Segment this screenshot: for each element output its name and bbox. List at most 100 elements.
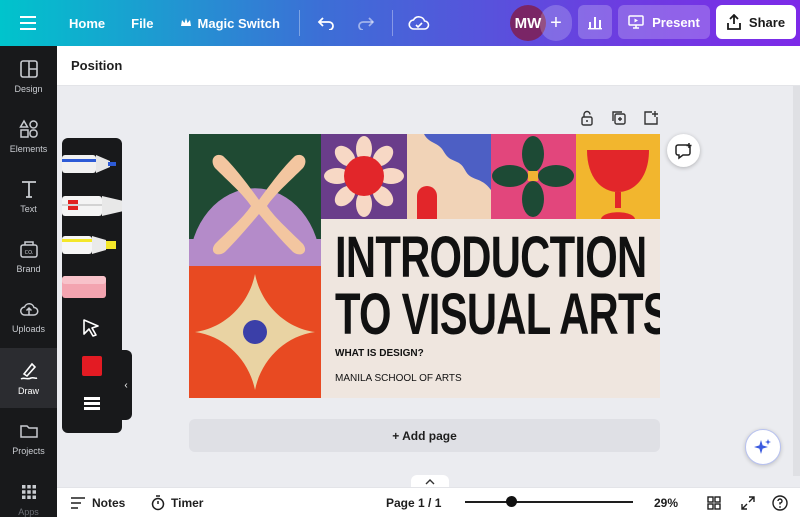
folder-icon	[19, 424, 38, 438]
expand-icon	[741, 495, 755, 510]
marker-tool[interactable]	[62, 196, 142, 216]
grid-view-button[interactable]	[707, 495, 721, 510]
sidebar-item-label: Apps	[18, 507, 39, 517]
stroke-settings-icon[interactable]	[84, 397, 100, 410]
zoom-slider-track[interactable]	[465, 501, 633, 503]
sidebar-item-text[interactable]: Text	[0, 166, 57, 226]
present-label: Present	[652, 14, 700, 30]
file-menu-button[interactable]: File	[118, 0, 166, 46]
insights-button[interactable]	[578, 5, 612, 39]
chevron-up-icon	[425, 479, 435, 485]
duplicate-page-button[interactable]	[609, 108, 629, 128]
timer-button[interactable]: Timer	[151, 494, 204, 511]
page-indicator[interactable]: Page 1 / 1	[386, 496, 441, 510]
share-upload-icon	[727, 14, 741, 30]
layout-icon	[19, 59, 38, 78]
divider	[391, 10, 393, 36]
text-icon	[21, 180, 36, 198]
collapse-panel-button[interactable]: ‹	[120, 350, 132, 420]
left-sidebar: Design Elements Text CO. Brand Uploads D…	[0, 46, 57, 517]
share-button[interactable]: Share	[716, 5, 796, 39]
add-collaborator-button[interactable]: +	[540, 5, 572, 41]
notes-icon	[71, 496, 85, 509]
notes-label: Notes	[92, 495, 126, 510]
sidebar-item-label: Elements	[9, 143, 48, 154]
eraser-tool[interactable]	[62, 276, 106, 298]
sparkle-icon	[754, 439, 771, 454]
bottom-bar: Notes Timer Page 1 / 1 29%	[57, 487, 800, 517]
zoom-slider-thumb[interactable]	[506, 496, 517, 507]
undo-button[interactable]	[306, 0, 346, 46]
slide-title-line: TO VISUAL ARTS	[335, 282, 660, 347]
add-comment-button[interactable]	[667, 134, 700, 167]
sidebar-item-label: Projects	[12, 445, 45, 456]
redo-icon	[358, 17, 375, 30]
context-toolbar: Position	[57, 46, 800, 86]
lock-icon	[581, 110, 593, 126]
magic-crown-icon	[180, 18, 191, 26]
slide-title-line: INTRODUCTION	[335, 225, 647, 290]
help-icon	[772, 494, 788, 511]
select-arrow-icon[interactable]	[83, 319, 99, 337]
hamburger-icon	[20, 16, 36, 30]
divider	[298, 10, 300, 36]
sidebar-item-apps[interactable]: Apps	[0, 468, 57, 517]
grid-view-icon	[707, 495, 721, 510]
home-button[interactable]: Home	[56, 0, 118, 46]
draw-tools	[62, 155, 142, 410]
sidebar-item-uploads[interactable]: Uploads	[0, 286, 57, 346]
comment-add-icon	[674, 142, 691, 159]
magic-switch-button[interactable]: Magic Switch	[167, 0, 293, 46]
presentation-icon	[628, 15, 644, 29]
timer-label: Timer	[171, 495, 204, 510]
help-button[interactable]	[772, 494, 788, 511]
vertical-scrollbar[interactable]	[793, 86, 800, 476]
draw-icon	[20, 362, 37, 380]
sidebar-item-label: Draw	[17, 385, 39, 396]
duplicate-icon	[612, 111, 626, 125]
share-label: Share	[748, 14, 786, 30]
brand-icon: CO.	[19, 240, 38, 258]
shapes-icon	[18, 119, 38, 138]
chevron-left-icon: ‹	[124, 379, 128, 391]
timer-icon	[151, 494, 165, 510]
slide-canvas[interactable]: INTRODUCTION TO VISUAL ARTS WHAT IS DESI…	[189, 134, 660, 398]
cloud-save-status[interactable]	[399, 0, 439, 46]
sidebar-item-draw[interactable]: Draw	[0, 348, 57, 408]
redo-button[interactable]	[346, 0, 386, 46]
add-page-button[interactable]	[641, 108, 661, 128]
page-actions	[577, 108, 661, 128]
cloud-check-icon	[408, 16, 430, 30]
sidebar-item-label: Text	[20, 203, 37, 214]
color-swatch[interactable]	[82, 356, 102, 376]
pen-tool[interactable]	[62, 155, 116, 173]
present-button[interactable]: Present	[618, 5, 710, 39]
cloud-upload-icon	[19, 302, 38, 316]
sidebar-item-label: Design	[14, 83, 43, 94]
highlighter-tool[interactable]	[62, 236, 116, 254]
sidebar-item-brand[interactable]: CO. Brand	[0, 226, 57, 286]
lock-page-button[interactable]	[577, 108, 597, 128]
slide-title[interactable]: INTRODUCTION TO VISUAL ARTS	[335, 225, 660, 347]
bar-chart-icon	[588, 17, 602, 30]
apps-grid-icon	[21, 485, 36, 499]
add-page-bar[interactable]: + Add page	[189, 419, 660, 452]
notes-button[interactable]: Notes	[70, 496, 125, 510]
page-indicator-label: Page 1 / 1	[386, 495, 442, 510]
slide-school-name[interactable]: MANILA SCHOOL OF ARTS	[335, 373, 462, 384]
sidebar-item-projects[interactable]: Projects	[0, 408, 57, 468]
sidebar-item-elements[interactable]: Elements	[0, 106, 57, 166]
add-page-icon	[644, 111, 658, 125]
zoom-percentage[interactable]: 29%	[654, 496, 678, 510]
sidebar-item-design[interactable]: Design	[0, 46, 57, 106]
slide-subtitle[interactable]: WHAT IS DESIGN?	[335, 348, 424, 359]
draw-tools-panel	[62, 138, 142, 433]
position-button[interactable]: Position	[71, 58, 122, 73]
menu-button[interactable]	[0, 0, 56, 46]
magic-assistant-button[interactable]	[745, 429, 781, 465]
zoom-label: 29%	[654, 495, 679, 510]
sidebar-item-label: Uploads	[11, 323, 46, 334]
undo-icon	[317, 17, 334, 30]
fullscreen-button[interactable]	[741, 495, 755, 510]
sidebar-item-label: Brand	[16, 263, 41, 274]
